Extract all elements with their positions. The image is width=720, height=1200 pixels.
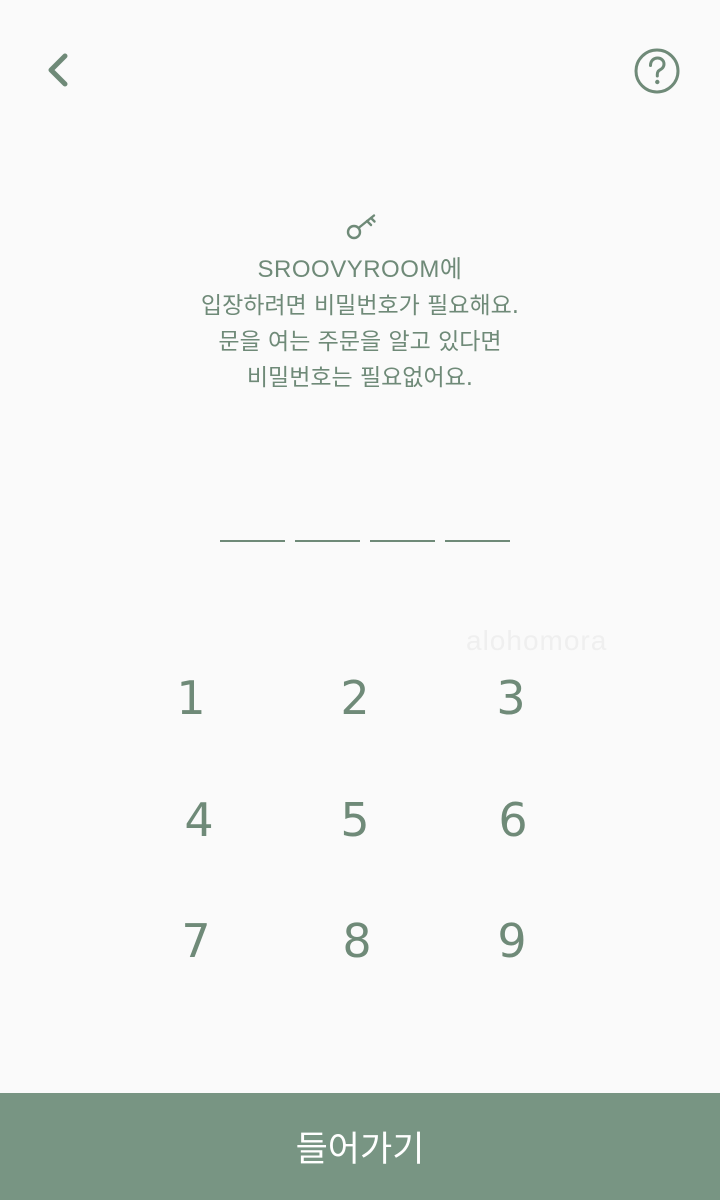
key-1[interactable]: 1 bbox=[136, 653, 246, 743]
back-button[interactable] bbox=[30, 42, 86, 98]
pin-slot-1 bbox=[220, 540, 285, 542]
key-4[interactable]: 4 bbox=[144, 775, 254, 865]
key-9[interactable]: 9 bbox=[457, 896, 567, 986]
intro-line-4: 비밀번호는 필요없어요. bbox=[246, 365, 474, 391]
number-keypad: 1 2 3 4 5 6 7 8 9 bbox=[0, 0, 720, 1060]
pin-slot-4 bbox=[445, 540, 510, 542]
question-circle-icon bbox=[634, 48, 680, 94]
pin-input[interactable] bbox=[220, 540, 510, 546]
key-2[interactable]: 2 bbox=[300, 653, 410, 743]
intro-line-2: 입장하려면 비밀번호가 필요해요. bbox=[200, 293, 520, 319]
key-3[interactable]: 3 bbox=[456, 653, 566, 743]
pin-slot-3 bbox=[370, 540, 435, 542]
chevron-left-icon bbox=[48, 53, 68, 87]
passcode-screen: SROOVYROOM에 입장하려면 비밀번호가 필요해요. 문을 여는 주문을 … bbox=[0, 0, 720, 1200]
key-7[interactable]: 7 bbox=[141, 896, 251, 986]
enter-button[interactable]: 들어가기 bbox=[0, 1093, 720, 1200]
intro-line-1: SROOVYROOM에 bbox=[257, 256, 463, 283]
help-button[interactable] bbox=[628, 42, 686, 100]
enter-button-label: 들어가기 bbox=[295, 1130, 425, 1170]
key-8[interactable]: 8 bbox=[302, 896, 412, 986]
key-6[interactable]: 6 bbox=[458, 775, 568, 865]
pin-slot-2 bbox=[295, 540, 360, 542]
intro-message: SROOVYROOM에 입장하려면 비밀번호가 필요해요. 문을 여는 주문을 … bbox=[110, 252, 610, 396]
key-5[interactable]: 5 bbox=[300, 775, 410, 865]
key-icon bbox=[346, 214, 376, 240]
intro-line-3: 문을 여는 주문을 알고 있다면 bbox=[218, 329, 502, 355]
